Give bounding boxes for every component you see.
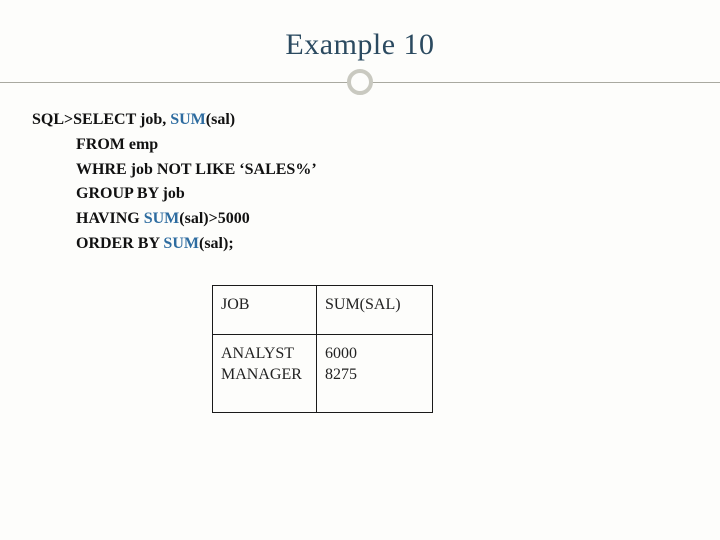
code-line-2: FROM emp <box>32 133 690 158</box>
code-line-1: SQL>SELECT job, SUM(sal) <box>32 108 690 133</box>
code-line-6: ORDER BY SUM(sal); <box>32 232 690 257</box>
result-table-container: JOB SUM(SAL) ANALYST MANAGER 6000 8275 <box>212 285 690 413</box>
code-line-3: WHRE job NOT LIKE ‘SALES%’ <box>32 158 690 183</box>
sum-keyword: SUM <box>144 210 180 227</box>
table-cell-job: ANALYST MANAGER <box>213 334 317 412</box>
code-line-5: HAVING SUM(sal)>5000 <box>32 207 690 232</box>
code-text: (sal)>5000 <box>179 210 249 227</box>
code-text: SQL>SELECT job, <box>32 111 170 128</box>
result-table: JOB SUM(SAL) ANALYST MANAGER 6000 8275 <box>212 285 433 413</box>
code-text: ORDER BY <box>76 235 163 252</box>
slide: Example 10 SQL>SELECT job, SUM(sal) FROM… <box>0 0 720 540</box>
table-cell-sumsal: 6000 8275 <box>317 334 433 412</box>
title-divider <box>30 70 690 94</box>
sql-code-block: SQL>SELECT job, SUM(sal) FROM emp WHRE j… <box>30 108 690 257</box>
code-text: (sal); <box>199 235 234 252</box>
table-header-job: JOB <box>213 285 317 334</box>
sum-keyword: SUM <box>170 111 206 128</box>
code-text: HAVING <box>76 210 144 227</box>
sum-keyword: SUM <box>163 235 199 252</box>
table-row: ANALYST MANAGER 6000 8275 <box>213 334 433 412</box>
divider-ring-icon <box>347 69 373 95</box>
table-header-sumsal: SUM(SAL) <box>317 285 433 334</box>
code-line-4: GROUP BY job <box>32 182 690 207</box>
page-title: Example 10 <box>30 28 690 62</box>
table-header-row: JOB SUM(SAL) <box>213 285 433 334</box>
code-text: (sal) <box>206 111 235 128</box>
